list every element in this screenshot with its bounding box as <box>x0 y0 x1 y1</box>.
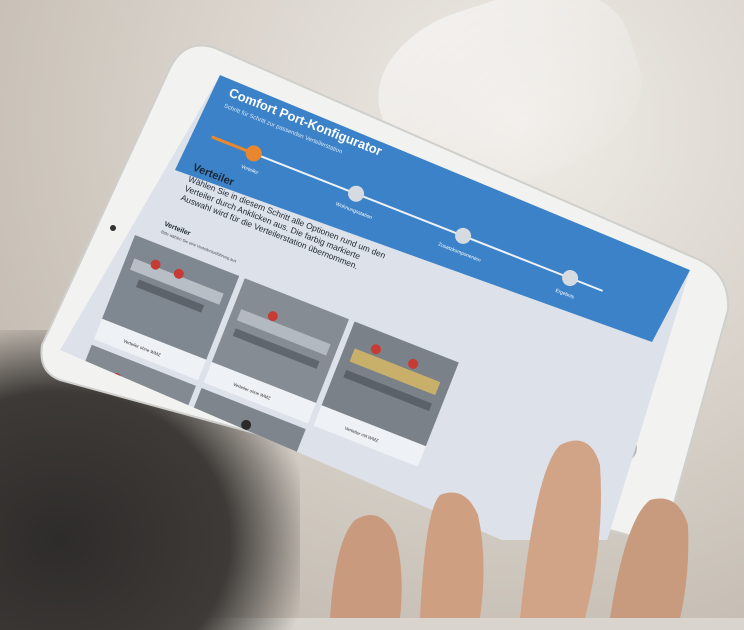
hand-overlay <box>330 440 689 618</box>
thumb-left <box>330 515 402 618</box>
finger-2 <box>520 440 601 618</box>
finger-3 <box>610 498 689 618</box>
finger-1 <box>420 492 484 618</box>
